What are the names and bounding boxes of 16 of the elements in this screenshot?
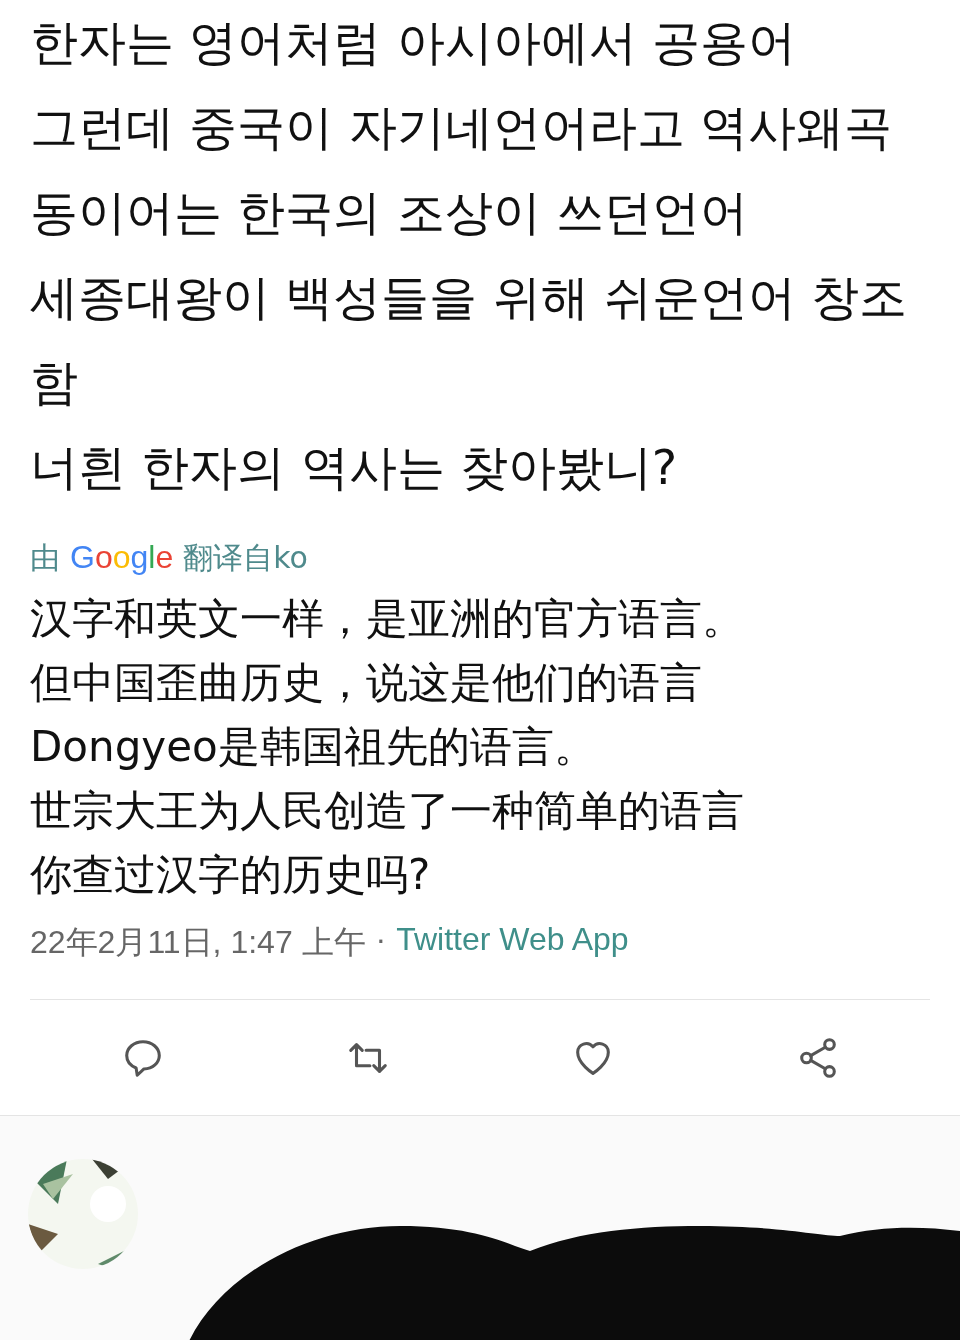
translation-source: 翻译自ko [183,539,308,577]
translation-label: 由 [30,539,60,577]
separator-dot: · [375,921,387,959]
translated-text-line: Dongyeo是韩国祖先的语言。 [30,721,597,773]
translated-text-line: 但中国歪曲历史，说这是他们的语言 [30,657,703,709]
source-link[interactable]: Twitter Web App [396,921,629,965]
tweet-text-line: 너흰 한자의 역사는 찾아봤니? [30,438,679,497]
translated-text-line: 汉字和英文一样，是亚洲的官方语言。 [30,593,745,645]
translated-text-line: 你查过汉字的历史吗? [30,849,432,901]
timestamp: 22年2月11日, 1:47 上午 [30,923,366,962]
tweet-text-line: 동이어는 한국의 조상이 쓰던언어 [30,183,749,242]
google-logo: Google [70,539,174,576]
tweet-text-line: 그런데 중국이 자기네언어라고 역사왜곡 [30,98,893,157]
tweet-text-line: 세종대왕이 백성들을 위해 쉬운언어 창조함 [30,268,909,412]
tweet-text-line: 한자는 영어처럼 아시아에서 공용어 [30,13,797,72]
translated-text-line: 世宗大王为人民创造了一种简单的语言 [30,785,745,837]
